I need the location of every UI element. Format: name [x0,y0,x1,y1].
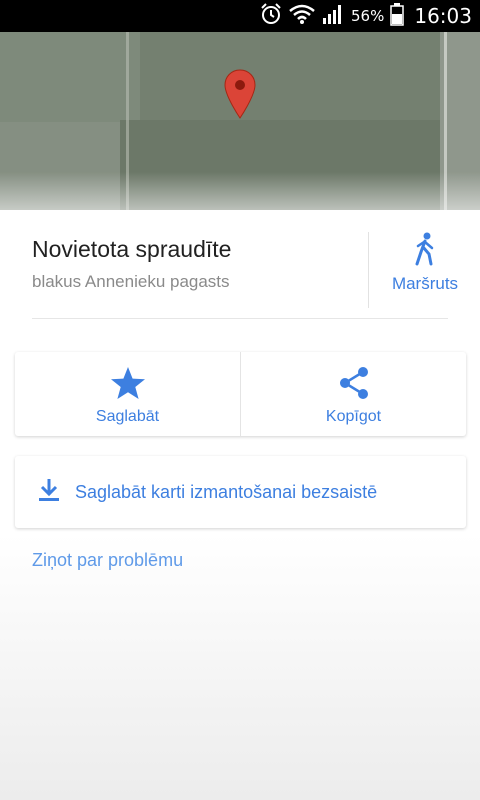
map-view[interactable] [0,32,480,232]
status-bar: 56% 16:03 [0,0,480,32]
map-pin-icon[interactable] [223,68,257,120]
divider [32,318,448,319]
route-divider [368,232,369,308]
share-icon [241,366,466,400]
status-icons: 56% 16:03 [259,0,472,32]
route-button[interactable]: Maršruts [370,232,480,312]
route-label: Maršruts [391,274,459,293]
alarm-clock-icon [259,2,283,31]
share-button[interactable]: Kopīgot [240,352,466,436]
wifi-icon [289,3,315,30]
place-title: Novietota spraudīte [32,236,232,262]
battery-percent: 56% [351,7,385,25]
save-offline-map-label: Saglabāt karti izmantošanai bezsaistē [75,481,378,502]
report-problem-link[interactable]: Ziņot par problēmu [32,550,183,571]
action-card: Saglabāt Kopīgot [15,352,466,436]
signal-icon [321,2,345,31]
place-subtitle: blakus Annenieku pagasts [32,272,230,291]
battery-icon [390,2,405,31]
save-offline-map-button[interactable]: Saglabāt karti izmantošanai bezsaistē [15,456,466,528]
walking-person-icon [370,232,480,266]
save-button[interactable]: Saglabāt [15,352,240,436]
star-icon [15,366,240,400]
save-label: Saglabāt [95,408,160,425]
place-sheet: Novietota spraudīte blakus Annenieku pag… [0,210,480,800]
share-label: Kopīgot [325,408,382,425]
download-icon [15,477,61,508]
clock-time: 16:03 [414,4,472,28]
